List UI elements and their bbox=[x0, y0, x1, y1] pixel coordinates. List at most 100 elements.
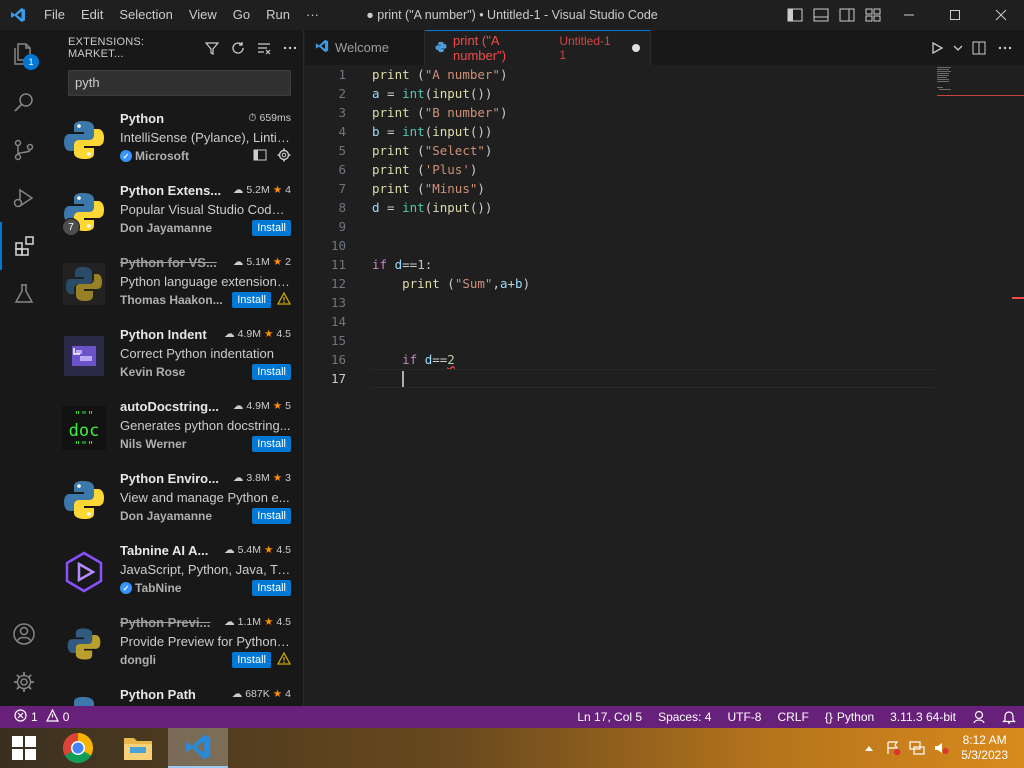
volume-muted-icon[interactable] bbox=[929, 728, 953, 768]
warning-icon[interactable] bbox=[276, 651, 292, 668]
list-item[interactable]: Tabnine AI A... ☁ 5.4M ★ 4.5 JavaScript, Py… bbox=[48, 536, 303, 608]
more-actions-icon[interactable] bbox=[277, 37, 303, 59]
close-window-button[interactable] bbox=[978, 0, 1024, 30]
action-center-flag-icon[interactable] bbox=[881, 728, 905, 768]
language-mode[interactable]: {} Python bbox=[817, 710, 882, 724]
warning-count: 0 bbox=[62, 710, 70, 724]
list-item[interactable]: Python for VS... ☁ 5.1M ★ 2 Python language… bbox=[48, 248, 303, 320]
accounts-icon[interactable] bbox=[0, 610, 48, 658]
menu-view[interactable]: View bbox=[181, 0, 225, 30]
chrome-icon[interactable] bbox=[48, 728, 108, 768]
filter-icon[interactable] bbox=[199, 37, 225, 59]
run-debug-icon[interactable] bbox=[0, 174, 48, 222]
vscode-logo-icon bbox=[0, 0, 36, 30]
line-ending[interactable]: CRLF bbox=[769, 710, 816, 724]
install-button[interactable]: Install bbox=[252, 508, 291, 524]
line-number: 4 bbox=[338, 124, 346, 139]
menu-more[interactable]: ··· bbox=[298, 0, 327, 30]
minimize-button[interactable] bbox=[886, 0, 932, 30]
menu-run[interactable]: Run bbox=[258, 0, 298, 30]
python-logo-icon bbox=[48, 608, 120, 680]
start-windows-icon[interactable] bbox=[0, 728, 48, 768]
toggle-panel-icon[interactable] bbox=[808, 0, 834, 30]
extension-description: Provide Preview for Python ... bbox=[120, 634, 291, 649]
menu-edit[interactable]: Edit bbox=[73, 0, 111, 30]
star-icon: ★ bbox=[263, 544, 274, 556]
install-button[interactable]: Install bbox=[252, 364, 291, 380]
download-cloud-icon: ☁ bbox=[231, 688, 243, 700]
line-number: 15 bbox=[330, 333, 346, 348]
indentation[interactable]: Spaces: 4 bbox=[650, 710, 719, 724]
more-actions-icon[interactable] bbox=[994, 37, 1016, 59]
toggle-primary-sidebar-icon[interactable] bbox=[782, 0, 808, 30]
line-number: 2 bbox=[338, 86, 346, 101]
tab-description: Untitled-1 1 bbox=[559, 34, 611, 62]
network-icon[interactable] bbox=[905, 728, 929, 768]
refresh-icon[interactable] bbox=[225, 37, 251, 59]
code-line: if d==2 bbox=[402, 352, 455, 367]
encoding[interactable]: UTF-8 bbox=[719, 710, 769, 724]
install-button[interactable]: Install bbox=[252, 580, 291, 596]
python-logo-icon bbox=[48, 680, 120, 706]
source-control-icon[interactable] bbox=[0, 126, 48, 174]
explorer-icon[interactable]: 1 bbox=[0, 30, 48, 78]
extensions-icon[interactable] bbox=[0, 222, 48, 270]
install-button[interactable]: Install bbox=[252, 220, 291, 236]
clear-results-icon[interactable] bbox=[251, 37, 277, 59]
list-item[interactable]: Python Previ... ☁ 1.1M ★ 4.5 Provide Previe… bbox=[48, 608, 303, 680]
tab-untitled-1[interactable]: print ("A number") Untitled-1 1 bbox=[425, 30, 651, 65]
manage-gear-icon[interactable] bbox=[277, 148, 291, 165]
tab-label: print ("A number") bbox=[453, 33, 507, 63]
extension-name: Python Enviro... bbox=[120, 470, 219, 486]
search-icon[interactable] bbox=[0, 78, 48, 126]
code-editor[interactable]: 1 print ("A number") 2 a = int(input()) 3 p… bbox=[305, 65, 935, 388]
extension-publisher: Don Jayamanne bbox=[120, 221, 213, 235]
list-item[interactable]: Python Indent ☁ 4.9M ★ 4.5 Correct Python i… bbox=[48, 320, 303, 392]
menu-go[interactable]: Go bbox=[225, 0, 258, 30]
cursor-position[interactable]: Ln 17, Col 5 bbox=[569, 710, 650, 724]
extension-publisher: Don Jayamanne bbox=[120, 509, 213, 523]
list-item[interactable]: 7 Python Extens... ☁ 5.2M ★ 4 Popular Visua… bbox=[48, 176, 303, 248]
chevron-down-icon[interactable] bbox=[952, 37, 964, 59]
toggle-secondary-sidebar-icon[interactable] bbox=[834, 0, 860, 30]
warning-icon[interactable] bbox=[276, 291, 292, 308]
customize-layout-icon[interactable] bbox=[860, 0, 886, 30]
split-icon[interactable] bbox=[253, 149, 267, 164]
menu-file[interactable]: File bbox=[36, 0, 73, 30]
tab-welcome[interactable]: Welcome bbox=[305, 30, 425, 65]
clock[interactable]: 8:12 AM 5/3/2023 bbox=[953, 733, 1024, 763]
python-interpreter[interactable]: 3.11.3 64-bit bbox=[882, 710, 964, 724]
unsaved-dot-icon[interactable] bbox=[632, 44, 640, 52]
feedback-icon[interactable] bbox=[964, 710, 994, 724]
install-button[interactable]: Install bbox=[252, 436, 291, 452]
list-item[interactable]: Python ⏱ 659ms IntelliSense (Pylance), Li… bbox=[48, 104, 303, 176]
problems-status[interactable]: 1 0 bbox=[0, 708, 70, 725]
extension-stats: ☁ 5.4M ★ 4.5 bbox=[224, 544, 291, 556]
extensions-sidebar: EXTENSIONS: MARKET... pyth Python ⏱ 659ms… bbox=[48, 30, 304, 706]
menu-selection[interactable]: Selection bbox=[111, 0, 180, 30]
install-button[interactable]: Install bbox=[232, 652, 271, 668]
run-python-file-icon[interactable] bbox=[926, 37, 948, 59]
install-button[interactable]: Install bbox=[232, 292, 271, 308]
list-item[interactable]: Python Enviro... ☁ 3.8M ★ 3 View and manage… bbox=[48, 464, 303, 536]
minimap[interactable] bbox=[937, 65, 1024, 96]
verified-icon: ✓ bbox=[120, 150, 132, 162]
line-number: 14 bbox=[330, 314, 346, 329]
code-line: a = int(input()) bbox=[372, 86, 493, 101]
python-indent-logo-icon bbox=[48, 320, 120, 392]
extensions-search-input[interactable]: pyth bbox=[68, 70, 291, 96]
file-explorer-icon[interactable] bbox=[108, 728, 168, 768]
star-icon: ★ bbox=[263, 616, 274, 628]
show-hidden-icons-chevron-up-icon[interactable] bbox=[857, 728, 881, 768]
extension-stats: ☁ 5.2M ★ 4 bbox=[232, 184, 291, 196]
extension-name: Python Previ... bbox=[120, 614, 211, 630]
vscode-taskbar-icon[interactable] bbox=[168, 728, 228, 768]
braces-icon: {} bbox=[824, 710, 833, 724]
list-item[interactable]: Python Path ☁ 687K ★ 4 bbox=[48, 680, 303, 706]
settings-gear-icon[interactable] bbox=[0, 658, 48, 706]
notifications-bell-icon[interactable] bbox=[994, 710, 1024, 724]
testing-icon[interactable] bbox=[0, 270, 48, 318]
split-editor-icon[interactable] bbox=[968, 37, 990, 59]
list-item[interactable]: """ doc """ autoDocstring... ☁ 4.9M ★ 5 Gen… bbox=[48, 392, 303, 464]
maximize-button[interactable] bbox=[932, 0, 978, 30]
